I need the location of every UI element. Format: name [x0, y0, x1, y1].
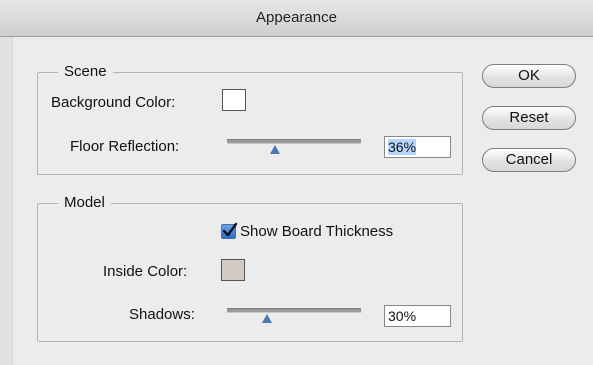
cancel-button[interactable]: Cancel [482, 148, 576, 172]
show-board-thickness-checkbox[interactable] [221, 222, 238, 239]
floor-reflection-slider-track[interactable] [227, 139, 361, 144]
checkmark-icon [222, 222, 238, 237]
inside-color-swatch[interactable] [221, 259, 245, 281]
background-color-label: Background Color: [51, 94, 176, 111]
floor-reflection-slider-thumb[interactable] [270, 145, 281, 154]
floor-reflection-value: 36% [388, 139, 417, 155]
reset-button[interactable]: Reset [482, 106, 576, 130]
scene-group-label: Scene [58, 63, 113, 80]
shadows-value: 30% [388, 308, 417, 324]
shadows-label: Shadows: [129, 306, 195, 323]
show-board-thickness-label[interactable]: Show Board Thickness [240, 223, 393, 240]
title-bar: Appearance [0, 0, 593, 37]
shadows-slider-thumb[interactable] [262, 314, 273, 323]
background-color-swatch[interactable] [222, 89, 246, 111]
scene-group [37, 72, 463, 175]
inside-color-label: Inside Color: [103, 263, 188, 280]
shadows-field[interactable]: 30% [384, 305, 451, 327]
floor-reflection-label: Floor Reflection: [70, 138, 180, 155]
shadows-slider-track[interactable] [227, 308, 361, 313]
window-title: Appearance [256, 9, 337, 26]
floor-reflection-field[interactable]: 36% [384, 136, 451, 158]
model-group-label: Model [58, 194, 111, 211]
left-edge [0, 37, 13, 365]
ok-button[interactable]: OK [482, 64, 576, 88]
